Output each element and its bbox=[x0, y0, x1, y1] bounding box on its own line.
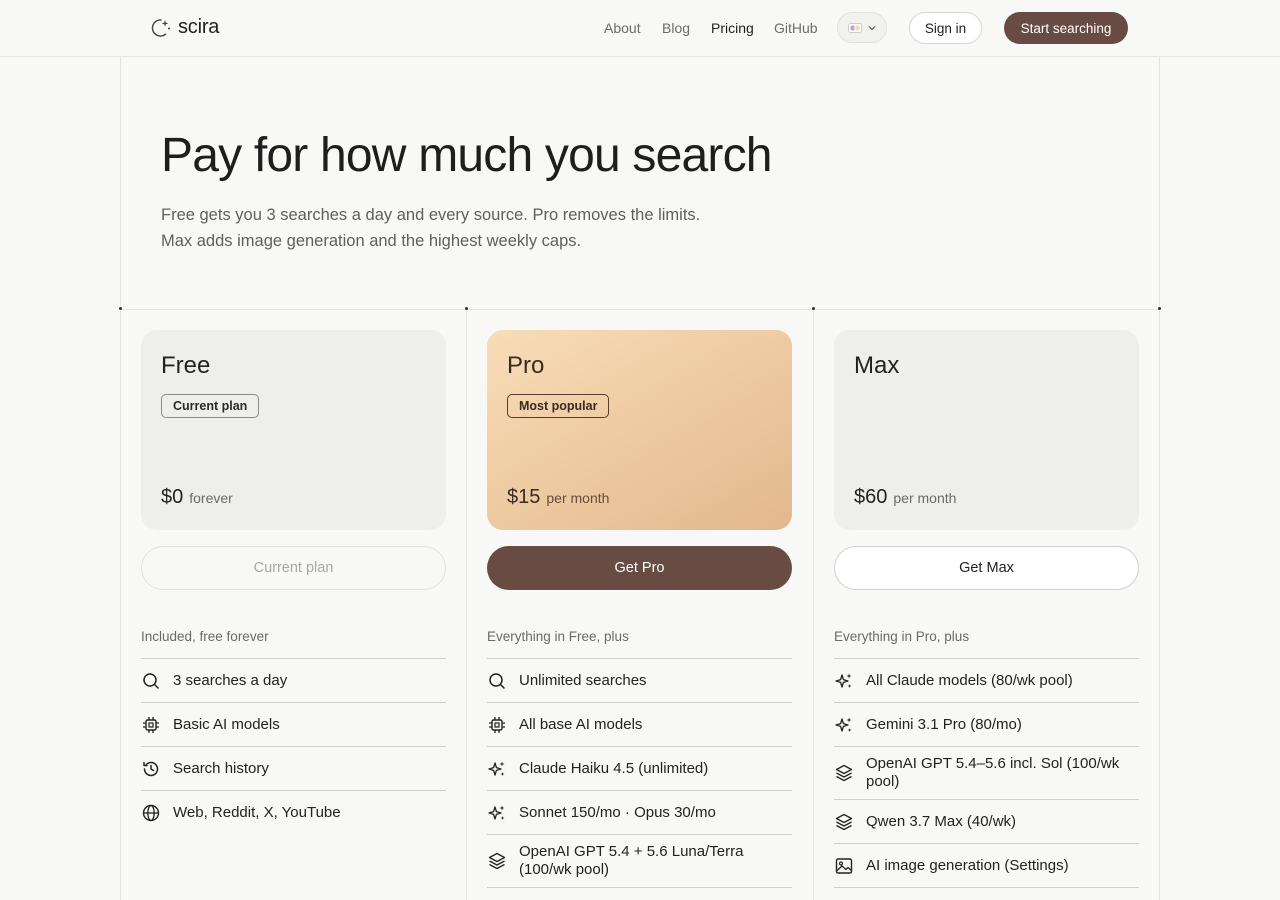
sign-in-button[interactable]: Sign in bbox=[909, 12, 982, 44]
feature-label: Claude Haiku 4.5 (unlimited) bbox=[519, 759, 709, 777]
plan-card-free: Free Current plan $0 forever bbox=[141, 330, 446, 530]
feature-label: 3 searches a day bbox=[173, 671, 288, 689]
cpu-icon bbox=[487, 715, 507, 735]
layers-icon bbox=[487, 851, 507, 871]
feature-item: Basic AI models bbox=[141, 703, 446, 747]
feature-item: Gemini 3.1 Pro (80/mo) bbox=[834, 703, 1139, 747]
price-amount: $15 bbox=[507, 486, 541, 508]
plan-price: $15 per month bbox=[507, 486, 609, 509]
frame-line-left bbox=[120, 57, 121, 900]
feature-label: Qwen 3.7 Max (40/wk) bbox=[866, 812, 1017, 830]
plan-price: $60 per month bbox=[854, 486, 956, 509]
nav-link-blog[interactable]: Blog bbox=[662, 20, 690, 36]
page-title: Pay for how much you search bbox=[161, 129, 773, 182]
features-heading: Included, free forever bbox=[141, 629, 446, 659]
divider-dot bbox=[1158, 307, 1161, 310]
feature-label: All Claude models (80/wk pool) bbox=[866, 671, 1073, 689]
divider-dot bbox=[812, 307, 815, 310]
chevron-down-icon bbox=[868, 25, 876, 30]
price-period: per month bbox=[893, 490, 957, 506]
sparkles-icon bbox=[834, 715, 854, 735]
nav-link-github[interactable]: GitHub bbox=[774, 20, 818, 36]
feature-label: OpenAI GPT 5.4–5.6 incl. Sol (100/wk poo… bbox=[866, 755, 1120, 790]
feature-item: Sonnet 150/mo · Opus 30/mo bbox=[487, 791, 792, 835]
search-icon bbox=[141, 671, 161, 691]
feature-item: Claude Haiku 4.5 (unlimited) bbox=[487, 747, 792, 791]
price-amount: $60 bbox=[854, 486, 888, 508]
current-plan-button: Current plan bbox=[141, 546, 446, 590]
nav-link-about[interactable]: About bbox=[604, 20, 641, 36]
feature-item: Qwen 3.7 Max (40/wk) bbox=[834, 800, 1139, 844]
most-popular-badge: Most popular bbox=[507, 394, 610, 418]
sparkles-icon bbox=[487, 803, 507, 823]
column-divider bbox=[813, 310, 814, 900]
price-amount: $0 bbox=[161, 486, 184, 508]
feature-label: AI image generation (Settings) bbox=[866, 856, 1069, 874]
features-heading: Everything in Free, plus bbox=[487, 629, 792, 659]
plan-card-max: Max $60 per month bbox=[834, 330, 1139, 530]
feature-item: All base AI models bbox=[487, 703, 792, 747]
feature-item: Web, Reddit, X, YouTube bbox=[141, 791, 446, 835]
feature-item: Search history bbox=[141, 747, 446, 791]
history-icon bbox=[141, 759, 161, 779]
get-pro-button[interactable]: Get Pro bbox=[487, 546, 792, 590]
plan-name: Max bbox=[854, 352, 900, 379]
plan-name: Free bbox=[161, 352, 211, 379]
price-period: forever bbox=[189, 490, 233, 506]
divider-dot bbox=[119, 307, 122, 310]
layers-icon bbox=[834, 763, 854, 783]
start-searching-button[interactable]: Start searching bbox=[1004, 12, 1128, 44]
feature-label: Sonnet 150/mo · Opus 30/mo bbox=[519, 803, 716, 821]
feature-item: OpenAI GPT 5.4–5.6 incl. Sol (100/wk poo… bbox=[834, 747, 1139, 800]
feature-label: Unlimited searches bbox=[519, 671, 647, 689]
plan-card-pro: Pro Most popular $15 per month bbox=[487, 330, 792, 530]
nav-link-pricing[interactable]: Pricing bbox=[711, 20, 754, 36]
feature-item: OpenAI GPT 5.4 + 5.6 Luna/Terra (100/wk … bbox=[487, 835, 792, 888]
current-plan-badge: Current plan bbox=[161, 394, 260, 418]
feature-label: Basic AI models bbox=[173, 715, 280, 733]
feature-label: Search history bbox=[173, 759, 269, 777]
feature-label: OpenAI GPT 5.4 + 5.6 Luna/Terra (100/wk … bbox=[519, 843, 744, 878]
plan-price: $0 forever bbox=[161, 486, 233, 509]
plan-column-free: Free Current plan $0 forever Current pla… bbox=[141, 330, 447, 835]
top-nav: scira About Blog Pricing GitHub Sign in … bbox=[0, 0, 1280, 57]
section-divider bbox=[120, 309, 1160, 310]
sparkles-icon bbox=[834, 671, 854, 691]
plan-name: Pro bbox=[507, 352, 545, 379]
brand-name: scira bbox=[178, 16, 220, 38]
image-icon bbox=[834, 856, 854, 876]
price-period: per month bbox=[546, 490, 610, 506]
theme-toggle-button[interactable] bbox=[837, 12, 887, 43]
search-icon bbox=[487, 671, 507, 691]
scira-logo-icon bbox=[151, 18, 170, 37]
sparkles-icon bbox=[487, 759, 507, 779]
theme-swatch-icon bbox=[848, 22, 862, 33]
frame-line-right bbox=[1159, 57, 1160, 900]
cpu-icon bbox=[141, 715, 161, 735]
feature-item: AI image generation (Settings) bbox=[834, 844, 1139, 888]
feature-item: Unlimited searches bbox=[487, 659, 792, 703]
page-subtitle: Free gets you 3 searches a day and every… bbox=[161, 206, 701, 250]
feature-label: All base AI models bbox=[519, 715, 643, 733]
globe-icon bbox=[141, 803, 161, 823]
column-divider bbox=[466, 310, 467, 900]
feature-item: All Claude models (80/wk pool) bbox=[834, 659, 1139, 703]
plan-column-max: Max $60 per month Get Max Everything in … bbox=[834, 330, 1140, 888]
brand-logo[interactable]: scira bbox=[150, 16, 219, 39]
plan-column-pro: Pro Most popular $15 per month Get Pro E… bbox=[487, 330, 793, 888]
layers-icon bbox=[834, 812, 854, 832]
features-heading: Everything in Pro, plus bbox=[834, 629, 1139, 659]
feature-item: 3 searches a day bbox=[141, 659, 446, 703]
divider-dot bbox=[465, 307, 468, 310]
get-max-button[interactable]: Get Max bbox=[834, 546, 1139, 590]
feature-label: Web, Reddit, X, YouTube bbox=[173, 804, 341, 821]
feature-label: Gemini 3.1 Pro (80/mo) bbox=[866, 715, 1022, 733]
